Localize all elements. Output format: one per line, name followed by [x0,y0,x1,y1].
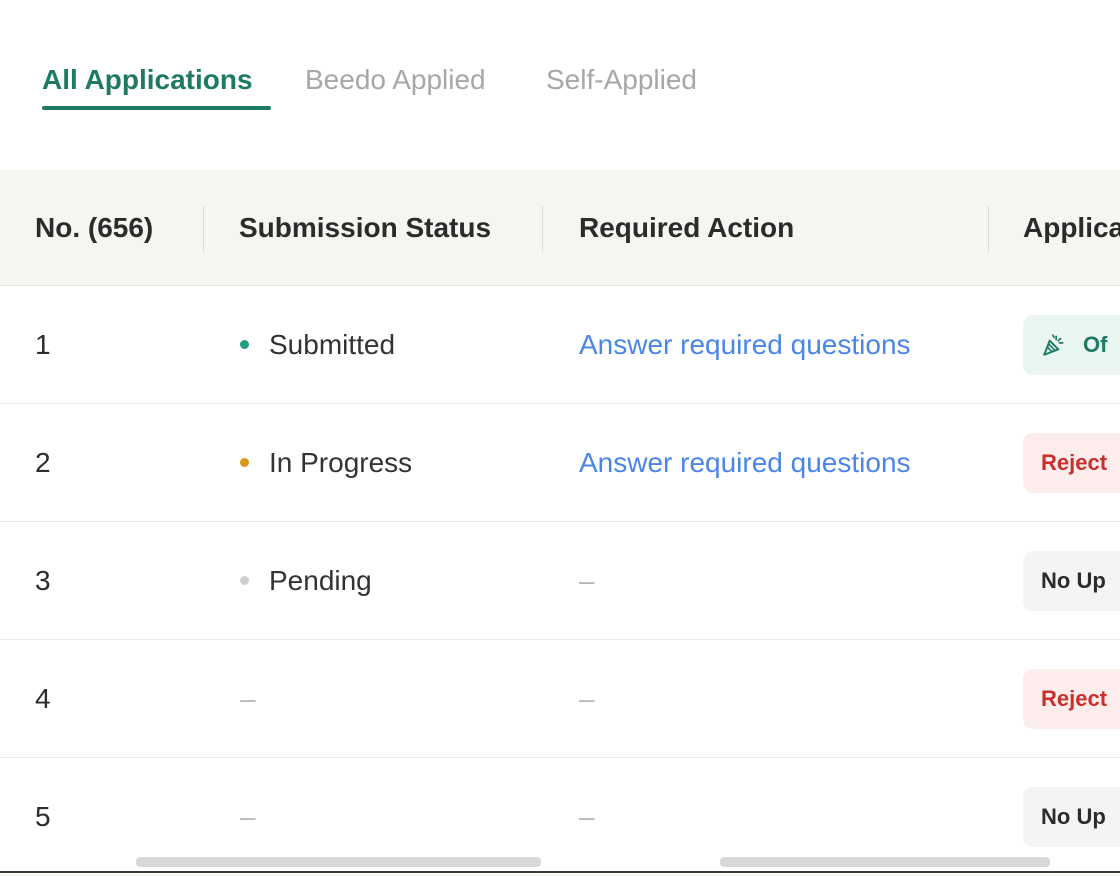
application-status-text: Reject [1041,686,1108,711]
answer-questions-link[interactable]: Answer required questions [579,329,911,361]
table-row[interactable]: 3 Pending – No Up [0,522,1120,640]
table-body: 1 Submitted Answer required questions Of 2 In… [0,286,1120,876]
partially-visible-content [0,845,1120,876]
active-tab-underline [42,106,271,110]
application-status-badge: Reject [1023,669,1120,729]
empty-value: – [579,682,595,714]
column-header-required-action[interactable]: Required Action [579,170,794,285]
submission-status: Pending [240,522,372,639]
table-row[interactable]: 4 – – Reject [0,640,1120,758]
table-row[interactable]: 1 Submitted Answer required questions Of [0,286,1120,404]
column-divider [203,206,204,252]
submission-status: In Progress [240,404,412,521]
application-status-badge: No Up [1023,551,1120,611]
application-status-badge: No Up [1023,787,1120,847]
application-status-text: No Up [1041,568,1106,593]
required-action: – [579,522,595,639]
clipped-text [136,857,541,867]
table-header: No. (656) Submission Status Required Act… [0,170,1120,286]
empty-value: – [240,682,256,714]
application-status-badge: Reject [1023,433,1120,493]
status-text: Pending [269,564,372,596]
status-dot-icon [240,576,249,585]
tab-beedo-applied[interactable]: Beedo Applied [305,62,486,98]
table-row[interactable]: 2 In Progress Answer required questions Rej… [0,404,1120,522]
row-number: 2 [35,446,51,478]
application-status-text: No Up [1041,804,1106,829]
required-action: – [579,640,595,757]
status-dot-icon [240,340,249,349]
status-text: In Progress [269,446,413,478]
row-number: 1 [35,328,51,360]
clipped-text [720,857,1050,867]
required-action: Answer required questions [579,404,911,521]
tab-self-applied[interactable]: Self-Applied [546,62,697,98]
empty-value: – [579,564,595,596]
column-divider [542,206,543,252]
empty-value: – [240,800,256,832]
application-status-text: Of [1083,332,1108,357]
application-status-badge: Of [1023,315,1120,375]
column-divider [988,206,989,252]
answer-questions-link[interactable]: Answer required questions [579,447,911,479]
row-number: 4 [35,682,51,714]
column-header-application-status[interactable]: Applica [1023,170,1120,285]
required-action: Answer required questions [579,286,911,403]
status-text: Submitted [269,328,396,360]
row-number: 3 [35,564,51,596]
status-dot-icon [240,458,249,467]
empty-value: – [579,800,595,832]
application-status-text: Reject [1041,450,1108,475]
column-header-number[interactable]: No. (656) [35,170,153,285]
divider [0,871,1120,873]
column-header-submission-status[interactable]: Submission Status [239,170,491,285]
tab-all-applications[interactable]: All Applications [42,62,253,98]
applications-table: No. (656) Submission Status Required Act… [0,170,1120,876]
submission-status: – [240,640,256,757]
party-popper-icon [1043,334,1064,356]
submission-status: Submitted [240,286,395,403]
